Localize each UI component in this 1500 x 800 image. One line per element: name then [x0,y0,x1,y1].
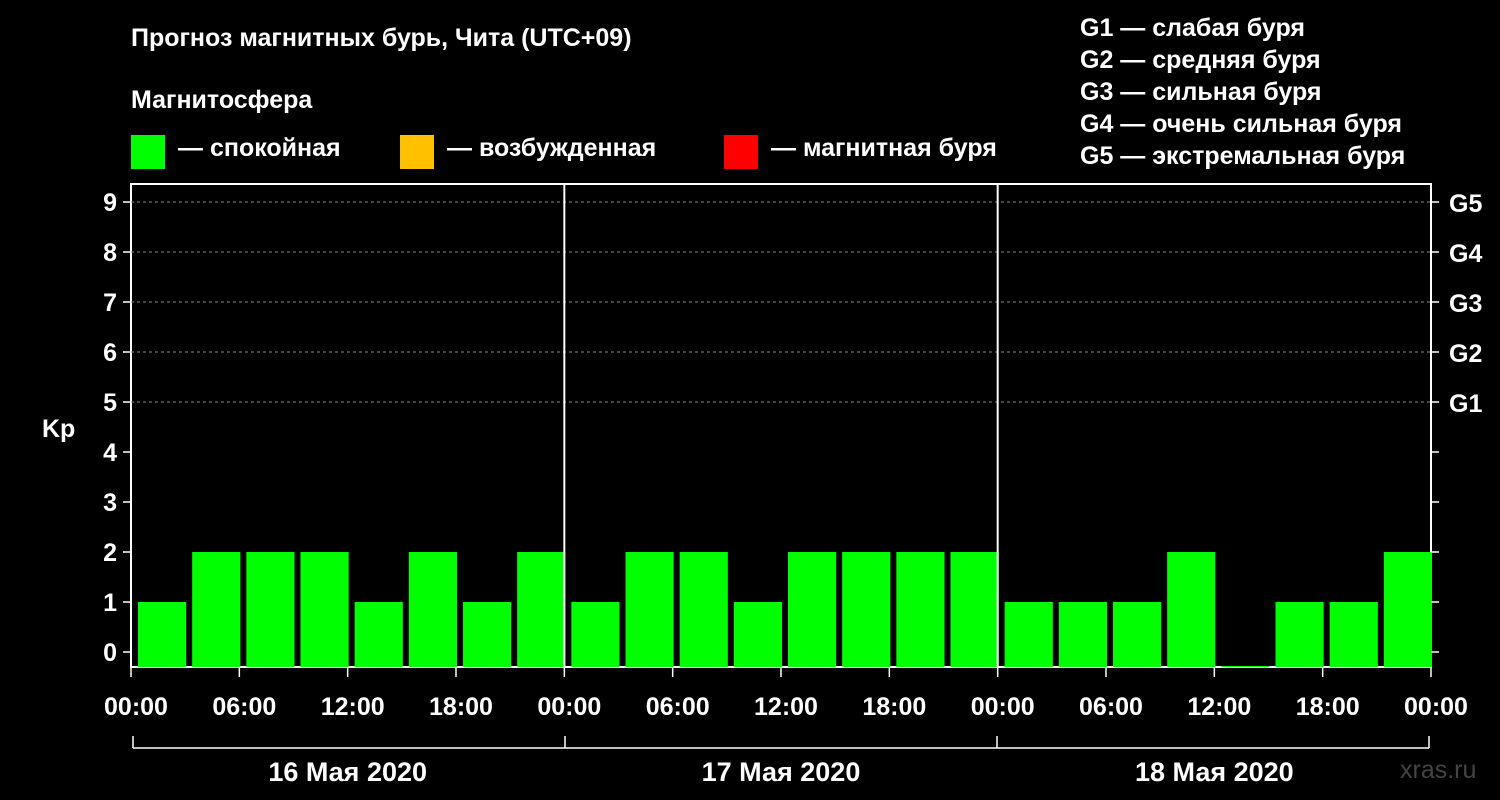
x-tick-label: 00:00 [104,693,168,721]
day-label: 17 Мая 2020 [702,757,861,787]
x-tick-label: 00:00 [1404,693,1468,721]
kp-bar [1167,552,1216,667]
kp-bar [138,602,187,667]
g-tick-label: G1 [1449,390,1482,418]
x-tick-label: 00:00 [971,693,1035,721]
kp-bar [463,602,512,667]
x-tick-label: 12:00 [1187,693,1251,721]
kp-bar [1058,602,1107,667]
kp-chart: 0 1 2 3 4 5 6 7 8 9 Kp G1 G2 G3 G4 G5 00:00 06:00 12:00 18:… [42,183,1482,787]
kp-bar [842,552,891,667]
x-tick-label: 18:00 [429,693,493,721]
x-tick-label: 06:00 [646,693,710,721]
kp-bar [625,552,674,667]
kp-bar [950,552,999,667]
y-tick-label: 5 [103,389,117,417]
g-tick-label: G3 [1449,290,1482,318]
y-tick-label: 6 [103,339,117,367]
kp-bar [354,602,403,667]
y-tick-label: 3 [103,489,117,517]
kp-bar [733,602,782,667]
day-label: 16 Мая 2020 [268,757,427,787]
y-tick-label: 2 [103,539,117,567]
y-tick-label: 7 [103,289,117,317]
kp-bar [896,552,945,667]
y-tick-label: 8 [103,239,117,267]
x-tick-label: 00:00 [537,693,601,721]
x-tick-label: 12:00 [321,693,385,721]
x-tick-label: 06:00 [212,693,276,721]
g-tick-label: G2 [1449,340,1482,368]
y-axis-label: Kp [42,415,75,443]
x-tick-label: 12:00 [754,693,818,721]
kp-bar [679,552,728,667]
watermark: xras.ru [1400,756,1477,784]
g-tick-label: G5 [1449,190,1482,218]
kp-bar [1275,602,1324,667]
kp-bar [1383,552,1432,667]
g-tick-label: G4 [1449,240,1482,268]
y-tick-label: 4 [103,439,117,467]
y-tick-label: 1 [103,589,117,617]
day-label: 18 Мая 2020 [1135,757,1294,787]
y-tick-label: 9 [103,189,117,217]
x-tick-label: 18:00 [1296,693,1360,721]
kp-bar [1221,666,1270,667]
kp-bar [246,552,295,667]
kp-bar [408,552,457,667]
x-tick-label: 18:00 [862,693,926,721]
x-tick-label: 06:00 [1079,693,1143,721]
kp-bar [788,552,837,667]
kp-bar [1113,602,1162,667]
kp-bar [1004,602,1053,667]
kp-bar [300,552,349,667]
y-tick-label: 0 [103,639,117,667]
kp-bar [1329,602,1378,667]
kp-bar [517,552,566,667]
kp-bar [192,552,241,667]
kp-bar [571,602,620,667]
